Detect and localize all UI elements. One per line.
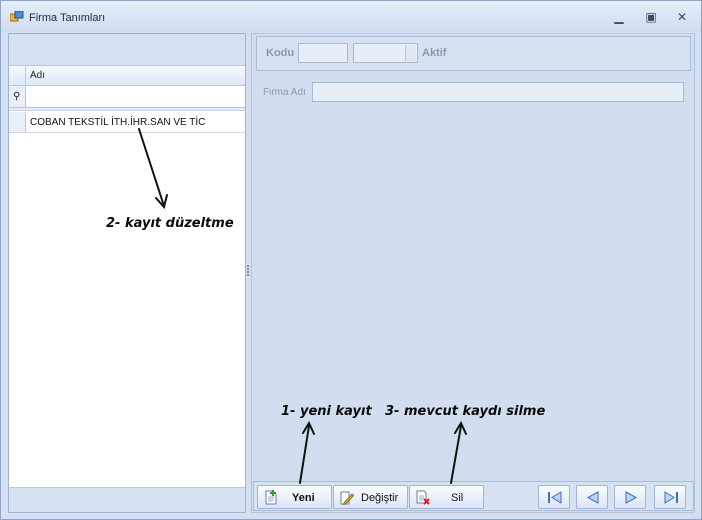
annotation-delete-note: 3- mevcut kaydı silme bbox=[385, 404, 546, 419]
cell-adi[interactable]: COBAN TEKSTİL İTH.İHR.SAN VE TİC bbox=[30, 117, 205, 128]
table-row[interactable]: COBAN TEKSTİL İTH.İHR.SAN VE TİC bbox=[9, 112, 245, 133]
new-document-icon bbox=[265, 490, 277, 505]
aktif-toggle[interactable] bbox=[353, 43, 418, 63]
kodu-input[interactable] bbox=[298, 43, 348, 63]
row-indicator bbox=[9, 112, 26, 132]
first-record-icon bbox=[548, 491, 562, 504]
close-icon[interactable]: ✕ bbox=[674, 10, 690, 24]
next-record-icon bbox=[625, 491, 638, 504]
delete-button[interactable]: Sil bbox=[409, 485, 484, 509]
grid-group-panel bbox=[9, 34, 245, 66]
filter-input-adi[interactable] bbox=[27, 86, 245, 107]
grid-separator bbox=[9, 108, 245, 111]
action-toolbar: Yeni Değiştir Sil bbox=[253, 481, 694, 511]
previous-record-button[interactable] bbox=[576, 485, 608, 509]
annotation-edit-note: 2- kayıt düzeltme bbox=[106, 216, 234, 231]
window-title: Firma Tanımları bbox=[29, 12, 106, 24]
annotation-new-note: 1- yeni kayıt bbox=[281, 404, 372, 419]
grid-footer bbox=[9, 487, 245, 512]
delete-button-label: Sil bbox=[451, 492, 464, 504]
next-record-button[interactable] bbox=[614, 485, 646, 509]
detail-panel: Kodu Aktif Firma Adı Yeni Değiştir Sil bbox=[251, 33, 695, 513]
previous-record-icon bbox=[586, 491, 599, 504]
kodu-group: Kodu Aktif bbox=[256, 36, 691, 71]
minimize-icon[interactable]: ▁ bbox=[611, 10, 627, 24]
edit-button[interactable]: Değiştir bbox=[333, 485, 408, 509]
aktif-label: Aktif bbox=[422, 47, 447, 59]
last-record-icon bbox=[664, 491, 678, 504]
restore-icon[interactable]: ▣ bbox=[643, 10, 659, 24]
kodu-label: Kodu bbox=[266, 47, 295, 59]
edit-pencil-icon bbox=[340, 491, 354, 505]
app-window: Firma Tanımları ▁ ▣ ✕ Adı ⚲ COBAN TEKSTİ… bbox=[0, 0, 702, 520]
edit-button-label: Değiştir bbox=[361, 492, 399, 504]
filter-pin-icon: ⚲ bbox=[13, 91, 21, 102]
app-window-icon bbox=[10, 11, 24, 22]
splitter-handle[interactable] bbox=[247, 264, 250, 278]
firma-adi-input[interactable] bbox=[312, 82, 684, 102]
firma-adi-label: Firma Adı bbox=[263, 87, 306, 98]
grid-filter-row: ⚲ bbox=[9, 86, 245, 108]
last-record-button[interactable] bbox=[654, 485, 686, 509]
delete-document-icon bbox=[416, 490, 430, 505]
filter-indicator: ⚲ bbox=[9, 86, 26, 107]
column-header-adi[interactable]: Adı bbox=[30, 70, 45, 81]
new-button-label: Yeni bbox=[292, 492, 315, 504]
first-record-button[interactable] bbox=[538, 485, 570, 509]
records-grid-panel: Adı ⚲ COBAN TEKSTİL İTH.İHR.SAN VE TİC bbox=[8, 33, 246, 513]
new-button[interactable]: Yeni bbox=[257, 485, 332, 509]
grid-column-header: Adı bbox=[9, 66, 245, 86]
aktif-toggle-knob bbox=[405, 45, 416, 61]
title-bar: Firma Tanımları ▁ ▣ ✕ bbox=[1, 1, 701, 32]
header-indicator bbox=[9, 66, 26, 85]
